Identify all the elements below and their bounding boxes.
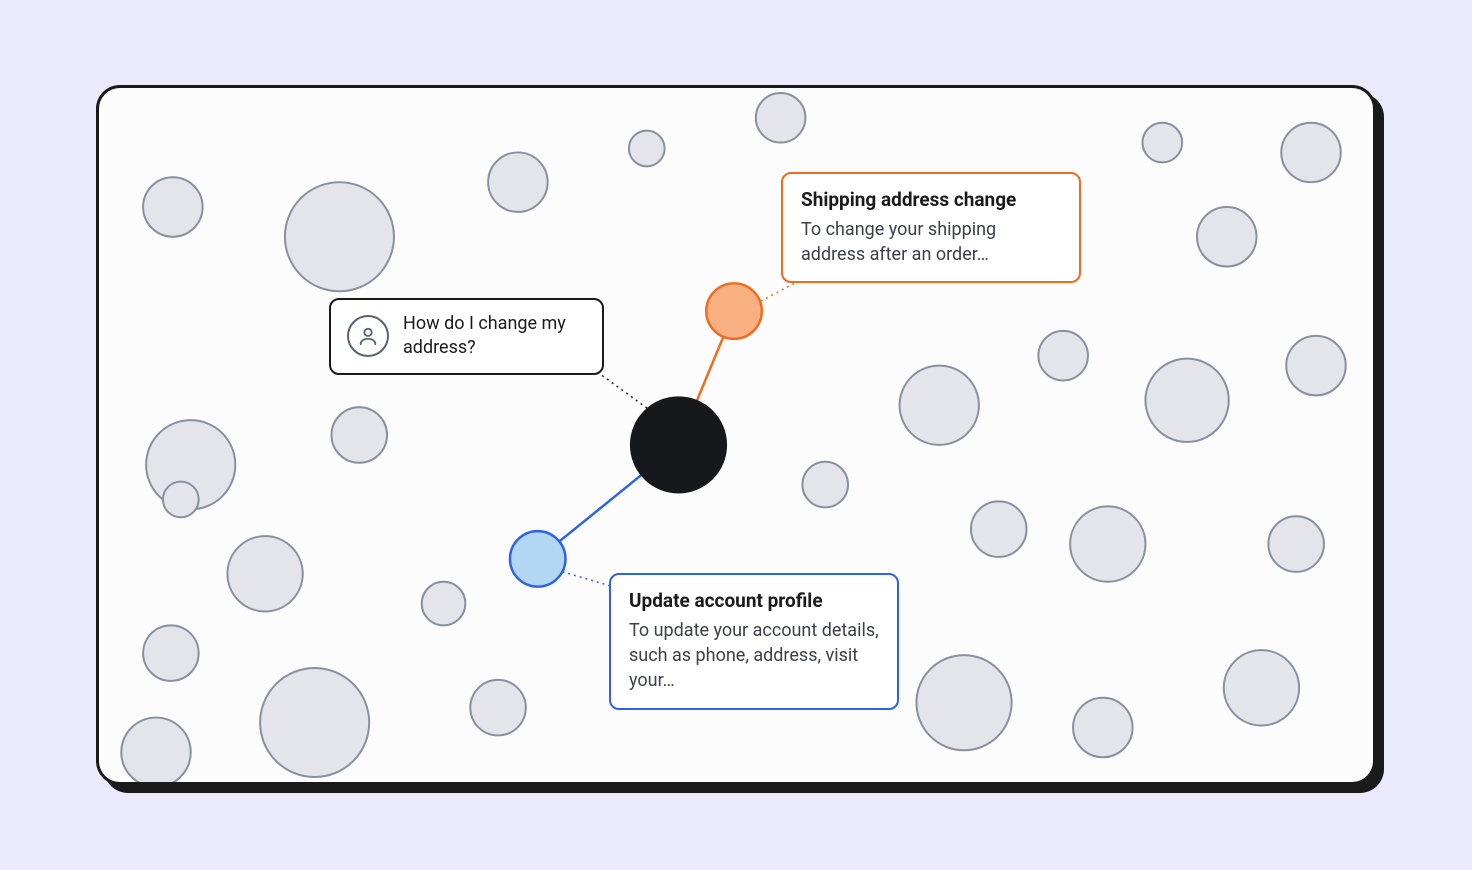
background-dot <box>1070 506 1145 581</box>
background-dot <box>1224 650 1299 725</box>
result-blue-title: Update account profile <box>629 589 879 612</box>
background-dot <box>1142 123 1182 163</box>
background-dot <box>260 668 369 777</box>
background-dot <box>470 680 526 736</box>
background-dot <box>1268 516 1324 572</box>
result-card-blue: Update account profile To update your ac… <box>609 573 899 710</box>
result-blue-body: To update your account details, such as … <box>629 618 879 694</box>
background-dot <box>1197 207 1256 266</box>
background-dot <box>331 407 387 463</box>
background-dot <box>285 182 394 291</box>
background-dot <box>1073 698 1132 757</box>
background-dot <box>1145 359 1228 442</box>
background-dot <box>629 131 665 167</box>
background-dot <box>756 93 806 143</box>
diagram-panel: How do I change my address? Shipping add… <box>96 85 1376 785</box>
query-card: How do I change my address? <box>329 298 604 375</box>
node-orange <box>706 283 762 339</box>
background-dot <box>916 655 1011 750</box>
node-center <box>630 396 727 493</box>
background-dot <box>1038 331 1088 381</box>
background-dot <box>143 177 202 236</box>
background-dot <box>1281 123 1340 182</box>
background-dot <box>163 482 199 518</box>
background-dot <box>1286 336 1345 395</box>
background-dot <box>802 462 848 508</box>
result-card-orange: Shipping address change To change your s… <box>781 172 1081 283</box>
result-orange-body: To change your shipping address after an… <box>801 217 1061 267</box>
query-text: How do I change my address? <box>403 312 586 361</box>
diagram-panel-wrapper: How do I change my address? Shipping add… <box>96 85 1376 785</box>
background-dot <box>971 501 1027 557</box>
background-dot <box>143 625 199 681</box>
background-dot <box>422 582 466 626</box>
background-dot <box>227 536 302 611</box>
node-blue <box>510 531 566 587</box>
user-icon <box>347 315 389 357</box>
background-dot <box>900 366 979 445</box>
result-orange-title: Shipping address change <box>801 188 1061 211</box>
background-dot <box>121 718 190 782</box>
background-dot <box>488 152 547 211</box>
